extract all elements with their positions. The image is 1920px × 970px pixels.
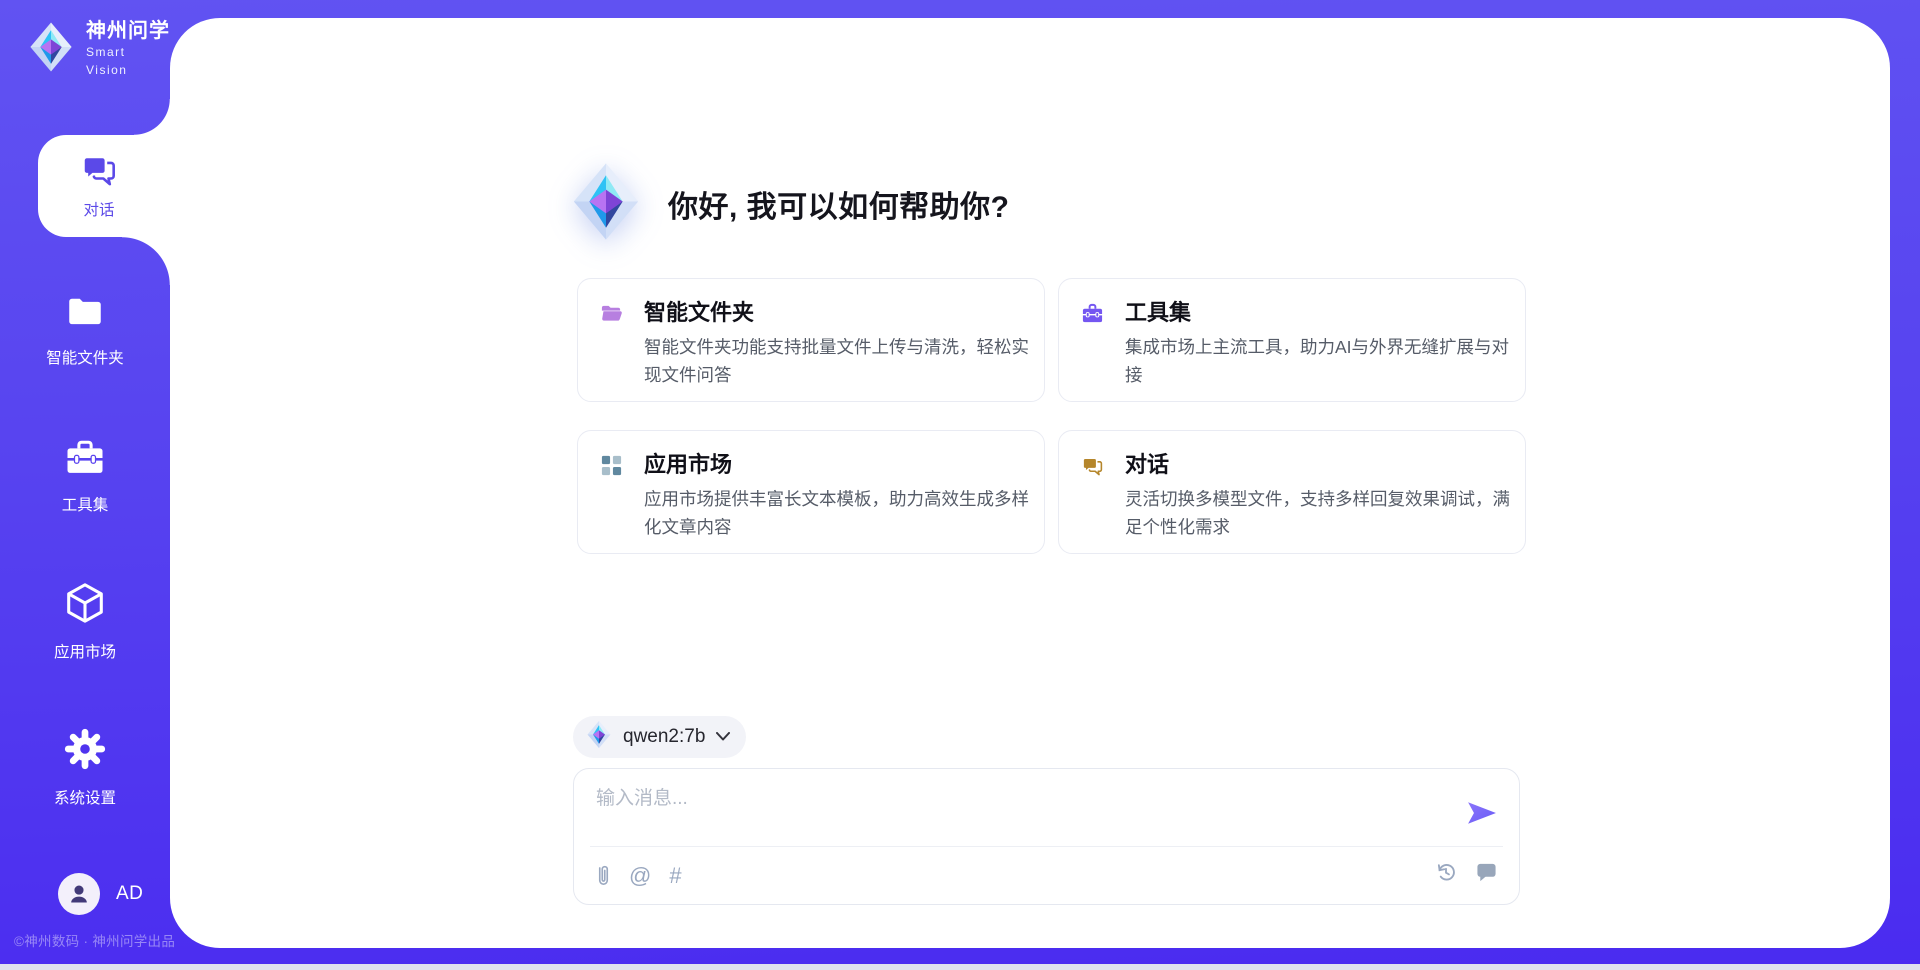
assistant-logo-icon [570,161,642,247]
comment-icon [1476,862,1497,883]
feature-cards: 智能文件夹 智能文件夹功能支持批量文件上传与清洗，轻松实现文件问答 工具集 集成… [577,278,1526,554]
card-description: 集成市场上主流工具，助力AI与外界无缝扩展与对接 [1125,333,1511,389]
sidebar-item-settings[interactable]: 系统设置 [0,726,170,808]
message-input[interactable] [596,783,1456,841]
cube-icon [0,580,170,631]
greeting-text: 你好, 我可以如何帮助你? [668,182,1010,226]
model-name: qwen2:7b [623,726,705,748]
model-logo-icon [586,720,612,754]
send-icon [1467,801,1497,825]
card-description: 智能文件夹功能支持批量文件上传与清洗，轻松实现文件问答 [644,333,1030,389]
toolbox-icon [0,437,170,484]
user-account[interactable]: AD [58,873,143,915]
sidebar-item-label: 系统设置 [0,786,170,808]
greeting: 你好, 我可以如何帮助你? [570,161,1010,247]
brand-name: 神州问学 [86,20,170,42]
card-toolset[interactable]: 工具集 集成市场上主流工具，助力AI与外界无缝扩展与对接 [1058,278,1526,402]
sidebar-item-label: 智能文件夹 [0,346,170,368]
sidebar-item-chat[interactable]: 对话 [38,135,170,237]
message-composer: @ # [573,768,1520,905]
card-smart-folder[interactable]: 智能文件夹 智能文件夹功能支持批量文件上传与清洗，轻松实现文件问答 [577,278,1045,402]
sidebar-item-smart-folder[interactable]: 智能文件夹 [0,290,170,368]
history-icon [1435,861,1457,883]
comment-button[interactable] [1476,862,1497,883]
sidebar-item-label: 应用市场 [0,640,170,662]
sidebar-item-app-market[interactable]: 应用市场 [0,580,170,662]
mention-button[interactable]: @ [629,861,651,891]
bottom-edge-strip [0,964,1920,970]
avatar [58,873,100,915]
send-button[interactable] [1467,801,1497,825]
card-title: 对话 [1125,447,1169,479]
brand: 神州问学 Smart Vision [28,20,170,79]
composer-actions-right [1435,861,1497,883]
user-initials: AD [116,883,143,905]
chat-icon [38,150,160,193]
model-selector[interactable]: qwen2:7b [573,716,746,758]
brand-logo-icon [28,21,74,78]
chat-icon [1081,454,1104,482]
card-description: 灵活切换多模型文件，支持多样回复效果调试，满足个性化需求 [1125,485,1511,541]
history-button[interactable] [1435,861,1457,883]
main-content-panel: 你好, 我可以如何帮助你? 智能文件夹 智能文件夹功能支持批量文件上传与清洗，轻… [170,18,1890,948]
user-icon [66,881,92,907]
card-title: 工具集 [1125,295,1191,327]
sidebar: 神州问学 Smart Vision 对话 智能文件夹 [0,0,170,970]
card-chat[interactable]: 对话 灵活切换多模型文件，支持多样回复效果调试，满足个性化需求 [1058,430,1526,554]
composer-actions-left: @ # [596,861,682,891]
paperclip-icon [596,862,611,890]
toolbox-icon [1081,302,1104,330]
card-title: 应用市场 [644,447,732,479]
brand-subtitle: Smart Vision [86,45,127,77]
chevron-down-icon [716,728,730,746]
folder-icon [600,302,623,330]
composer-divider [590,846,1503,847]
card-title: 智能文件夹 [644,295,754,327]
topic-button[interactable]: # [669,861,681,891]
copyright-footer: ©神州数码 · 神州问学出品 [14,930,189,950]
sidebar-item-label: 对话 [38,198,160,220]
card-app-market[interactable]: 应用市场 应用市场提供丰富长文本模板，助力高效生成多样化文章内容 [577,430,1045,554]
card-description: 应用市场提供丰富长文本模板，助力高效生成多样化文章内容 [644,485,1030,541]
sidebar-item-label: 工具集 [0,493,170,515]
gear-icon [0,726,170,777]
attach-button[interactable] [596,862,611,890]
grid-icon [600,454,623,482]
folder-icon [0,290,170,337]
sidebar-item-toolset[interactable]: 工具集 [0,437,170,515]
